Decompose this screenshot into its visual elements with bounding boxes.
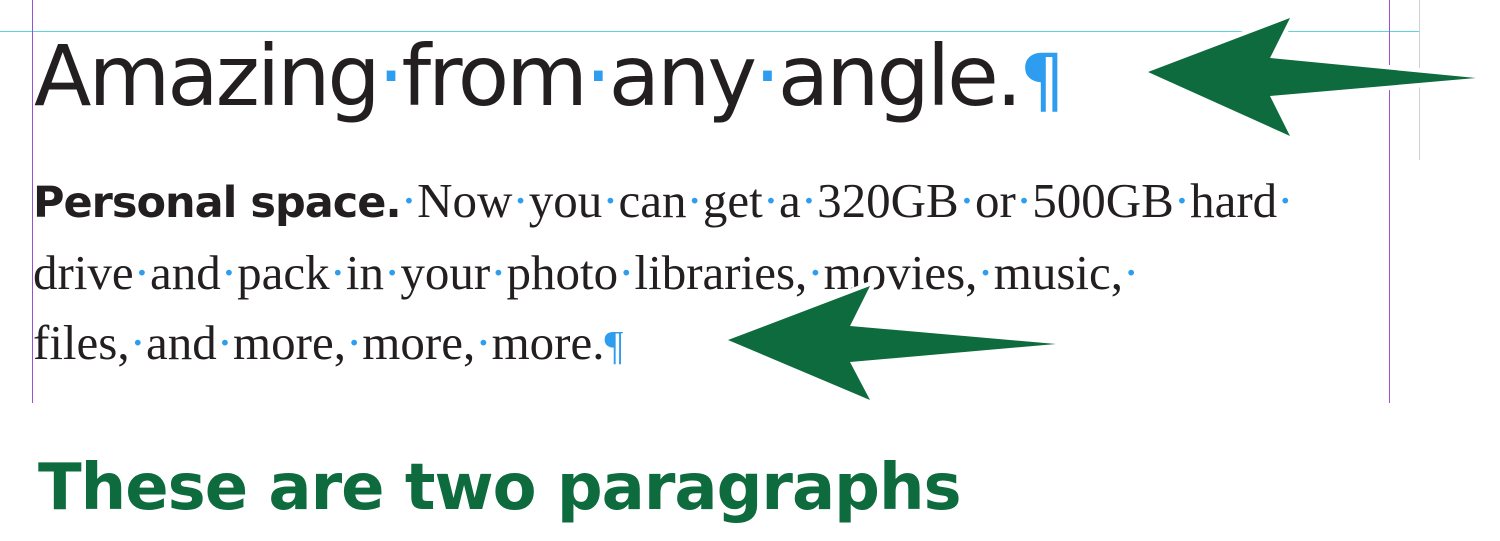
space-marker: ·	[602, 173, 619, 228]
space-marker: ·	[512, 173, 529, 228]
screenshot-canvas: Amazing·from·any·angle.¶ Personal space.…	[0, 0, 1500, 541]
headline-word: from	[401, 27, 587, 125]
space-marker: ·	[216, 315, 234, 370]
space-marker: ·	[400, 173, 418, 228]
body-paragraph[interactable]: Personal space.·Now·you·can·get·a·320GB·…	[33, 166, 1403, 381]
space-marker: ·	[384, 245, 401, 300]
space-marker: ·	[762, 173, 780, 228]
headline-word: Amazing	[34, 27, 381, 125]
space-marker: ·	[1015, 173, 1033, 228]
headline-word: angle.	[777, 27, 1023, 125]
space-marker: ·	[1173, 173, 1191, 228]
space-marker: ·	[129, 315, 146, 370]
space-marker: ·	[686, 173, 703, 228]
body-line-text: Now·you·can·get·a·320GB·or·500GB·hard·	[417, 173, 1294, 228]
space-marker: ·	[1123, 245, 1140, 300]
headline-word: any	[608, 27, 757, 125]
space-marker: ·	[133, 245, 151, 300]
space-marker: ·	[490, 245, 507, 300]
space-marker: ·	[377, 27, 405, 125]
run-in-heading: Personal space.	[33, 178, 402, 228]
left-arrow-icon	[1143, 13, 1481, 141]
body-line: files,·and·more,·more,·more.¶	[33, 308, 1403, 381]
body-line: drive·and·pack·in·your·photo·libraries,·…	[33, 238, 1403, 308]
space-marker: ·	[220, 245, 238, 300]
space-marker: ·	[329, 245, 346, 300]
pilcrow-icon: ¶	[1019, 39, 1065, 122]
space-marker: ·	[754, 27, 781, 125]
pilcrow-icon: ¶	[604, 323, 624, 369]
body-line-text: files,·and·more,·more,·more.	[33, 315, 605, 370]
headline-paragraph[interactable]: Amazing·from·any·angle.¶	[34, 20, 1065, 137]
space-marker: ·	[475, 315, 492, 370]
left-arrow-icon	[723, 281, 1061, 405]
space-marker: ·	[958, 173, 976, 228]
body-line: Personal space.·Now·you·can·get·a·320GB·…	[33, 166, 1403, 238]
space-marker: ·	[1277, 173, 1294, 228]
space-marker: ·	[345, 315, 363, 370]
space-marker: ·	[584, 27, 612, 125]
caption-text: These are two paragraphs	[38, 451, 962, 525]
space-marker: ·	[618, 245, 635, 300]
space-marker: ·	[800, 173, 818, 228]
